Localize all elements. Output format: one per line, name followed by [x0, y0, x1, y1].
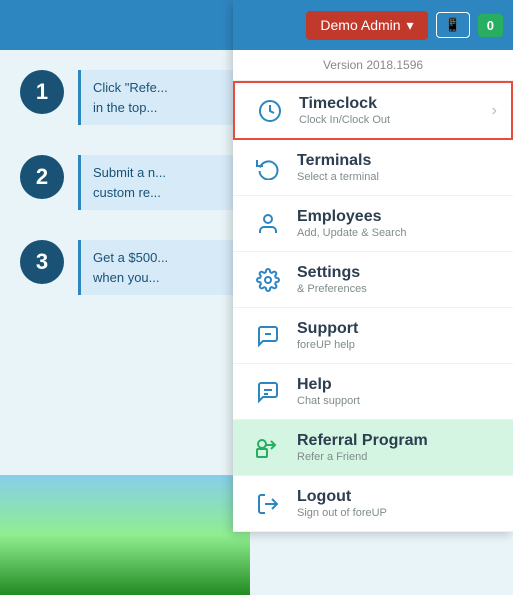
employees-icon [253, 209, 283, 239]
menu-item-employees[interactable]: Employees Add, Update & Search [233, 196, 513, 252]
timeclock-chevron: › [492, 102, 497, 120]
badge-button[interactable]: 0 [478, 14, 503, 37]
settings-text: Settings & Preferences [297, 264, 367, 295]
logout-subtitle: Sign out of foreUP [297, 507, 387, 519]
help-icon [253, 377, 283, 407]
step-1-circle: 1 [20, 70, 64, 114]
step-2-text: Submit a n...custom re... [78, 155, 238, 210]
menu-item-settings[interactable]: Settings & Preferences [233, 252, 513, 308]
logout-title: Logout [297, 488, 387, 506]
step-2-circle: 2 [20, 155, 64, 199]
referral-text: Referral Program Refer a Friend [297, 432, 428, 463]
employees-title: Employees [297, 208, 406, 226]
step-3-circle: 3 [20, 240, 64, 284]
support-icon [253, 321, 283, 351]
employees-text: Employees Add, Update & Search [297, 208, 406, 239]
admin-label: Demo Admin [320, 17, 400, 33]
timeclock-title: Timeclock [299, 95, 390, 113]
referral-title: Referral Program [297, 432, 428, 450]
golf-course-bg [0, 475, 250, 595]
settings-title: Settings [297, 264, 367, 282]
terminals-text: Terminals Select a terminal [297, 152, 379, 183]
employees-subtitle: Add, Update & Search [297, 227, 406, 239]
version-text: Version 2018.1596 [323, 58, 423, 72]
referral-subtitle: Refer a Friend [297, 451, 428, 463]
help-title: Help [297, 376, 360, 394]
dropdown-header: Demo Admin ▾ 📱 0 [233, 0, 513, 50]
terminals-icon [253, 153, 283, 183]
admin-dropdown-button[interactable]: Demo Admin ▾ [306, 11, 427, 40]
menu-item-support[interactable]: Support foreUP help [233, 308, 513, 364]
clock-icon [255, 96, 285, 126]
menu-item-terminals[interactable]: Terminals Select a terminal [233, 140, 513, 196]
dropdown-arrow: ▾ [407, 17, 414, 34]
terminals-subtitle: Select a terminal [297, 171, 379, 183]
timeclock-subtitle: Clock In/Clock Out [299, 114, 390, 126]
settings-icon [253, 265, 283, 295]
logout-icon [253, 489, 283, 519]
menu-item-referral[interactable]: Referral Program Refer a Friend [233, 420, 513, 476]
phone-icon-button[interactable]: 📱 [436, 12, 470, 38]
support-text: Support foreUP help [297, 320, 358, 351]
menu-item-logout[interactable]: Logout Sign out of foreUP [233, 476, 513, 532]
referral-icon [253, 433, 283, 463]
step-1-text: Click "Refe...in the top... [78, 70, 238, 125]
timeclock-text: Timeclock Clock In/Clock Out [299, 95, 390, 126]
menu-item-help[interactable]: Help Chat support [233, 364, 513, 420]
menu-item-timeclock[interactable]: Timeclock Clock In/Clock Out › [233, 81, 513, 140]
help-text: Help Chat support [297, 376, 360, 407]
dropdown-menu: Demo Admin ▾ 📱 0 Version 2018.1596 Timec… [233, 0, 513, 532]
settings-subtitle: & Preferences [297, 283, 367, 295]
help-subtitle: Chat support [297, 395, 360, 407]
logout-text: Logout Sign out of foreUP [297, 488, 387, 519]
phone-icon: 📱 [445, 17, 461, 32]
support-title: Support [297, 320, 358, 338]
terminals-title: Terminals [297, 152, 379, 170]
support-subtitle: foreUP help [297, 339, 358, 351]
step-3-text: Get a $500...when you... [78, 240, 238, 295]
version-row: Version 2018.1596 [233, 50, 513, 81]
badge-count: 0 [487, 18, 494, 33]
